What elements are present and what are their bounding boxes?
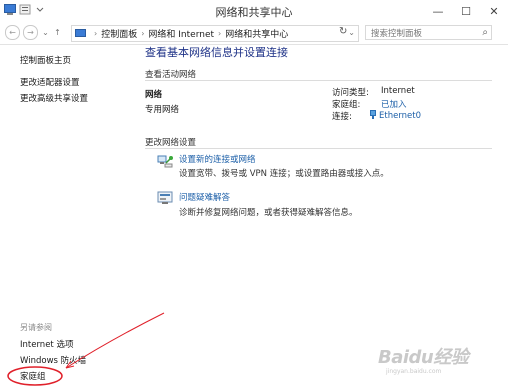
setup-new-connection-link[interactable]: 设置新的连接或网络 <box>179 153 256 165</box>
homegroup-joined-link[interactable]: 已加入 <box>381 98 407 110</box>
ethernet-connection-label: Ethernet0 <box>379 111 422 121</box>
title-bar: 网络和共享中心 — ☐ ✕ <box>0 0 508 22</box>
search-placeholder: 搜索控制面板 <box>371 28 423 39</box>
divider <box>145 80 492 81</box>
homegroup-label: 家庭组: <box>332 100 361 110</box>
breadcrumb-network-sharing-center[interactable]: 网络和共享中心 <box>225 27 288 40</box>
chevron-down-icon[interactable]: ⌄ <box>348 28 355 37</box>
see-also-label: 另请参阅 <box>20 323 52 332</box>
access-type-value: Internet <box>381 86 415 96</box>
recent-locations-icon[interactable]: ⌄ <box>41 28 50 37</box>
sidebar-link-change-adapter-settings[interactable]: 更改适配器设置 <box>20 76 80 88</box>
troubleshoot-icon <box>157 191 173 204</box>
back-button[interactable]: ← <box>5 25 20 40</box>
setup-new-connection-description: 设置宽带、拨号或 VPN 连接；或设置路由器或接入点。 <box>179 169 389 179</box>
breadcrumb-control-panel[interactable]: 控制面板 <box>101 27 137 40</box>
see-also-windows-firewall[interactable]: Windows 防火墙 <box>20 354 86 366</box>
active-networks-label: 查看活动网络 <box>145 70 197 80</box>
access-type-label: 访问类型: <box>332 88 369 98</box>
baidu-watermark: Baidu经验 <box>378 347 469 368</box>
see-also-internet-options[interactable]: Internet 选项 <box>20 338 73 350</box>
refresh-button[interactable]: ↻ <box>339 26 347 37</box>
sidebar-link-control-panel-home[interactable]: 控制面板主页 <box>20 54 71 66</box>
navigation-buttons: ← → ⌄ ↑ <box>5 25 62 40</box>
maximize-button[interactable]: ☐ <box>452 0 480 22</box>
breadcrumb-network-internet[interactable]: 网络和 Internet <box>148 27 214 40</box>
chevron-right-icon: › <box>218 29 222 38</box>
page-title: 查看基本网络信息并设置连接 <box>145 46 288 59</box>
network-category: 专用网络 <box>145 105 180 115</box>
close-button[interactable]: ✕ <box>480 0 508 22</box>
troubleshoot-description: 诊断并修复网络问题，或者获得疑难解答信息。 <box>179 208 358 218</box>
window-controls: — ☐ ✕ <box>424 0 508 22</box>
see-also-homegroup[interactable]: 家庭组 <box>20 370 46 382</box>
baidu-watermark-url: jingyan.baidu.com <box>386 368 442 375</box>
forward-button[interactable]: → <box>23 25 38 40</box>
sidebar: 控制面板主页 更改适配器设置 更改高级共享设置 另请参阅 Internet 选项… <box>0 45 135 391</box>
address-bar: ← → ⌄ ↑ › 控制面板 › 网络和 Internet › 网络和共享中心 … <box>0 22 508 45</box>
minimize-button[interactable]: — <box>424 0 452 22</box>
breadcrumb[interactable]: › 控制面板 › 网络和 Internet › 网络和共享中心 ⌄ <box>71 25 359 42</box>
network-name: 网络 <box>145 90 163 100</box>
search-icon[interactable]: ⌕ <box>482 27 488 38</box>
connection-label: 连接: <box>332 112 352 122</box>
chevron-right-icon: › <box>94 29 98 38</box>
ethernet-connection-link[interactable]: Ethernet0 <box>370 110 421 121</box>
sidebar-link-advanced-sharing-settings[interactable]: 更改高级共享设置 <box>20 92 88 104</box>
control-panel-icon <box>75 29 86 37</box>
troubleshoot-problems-link[interactable]: 问题疑难解答 <box>179 191 230 203</box>
ethernet-icon <box>370 110 376 119</box>
up-button[interactable]: ↑ <box>53 28 62 37</box>
search-input[interactable]: 搜索控制面板 ⌕ <box>365 25 492 40</box>
change-network-settings-label: 更改网络设置 <box>145 138 197 148</box>
divider <box>145 148 492 149</box>
network-setup-icon <box>157 155 173 168</box>
chevron-right-icon: › <box>141 29 145 38</box>
network-sharing-center-window: 网络和共享中心 — ☐ ✕ ← → ⌄ ↑ › 控制面板 › 网络和 Inter… <box>0 0 508 391</box>
